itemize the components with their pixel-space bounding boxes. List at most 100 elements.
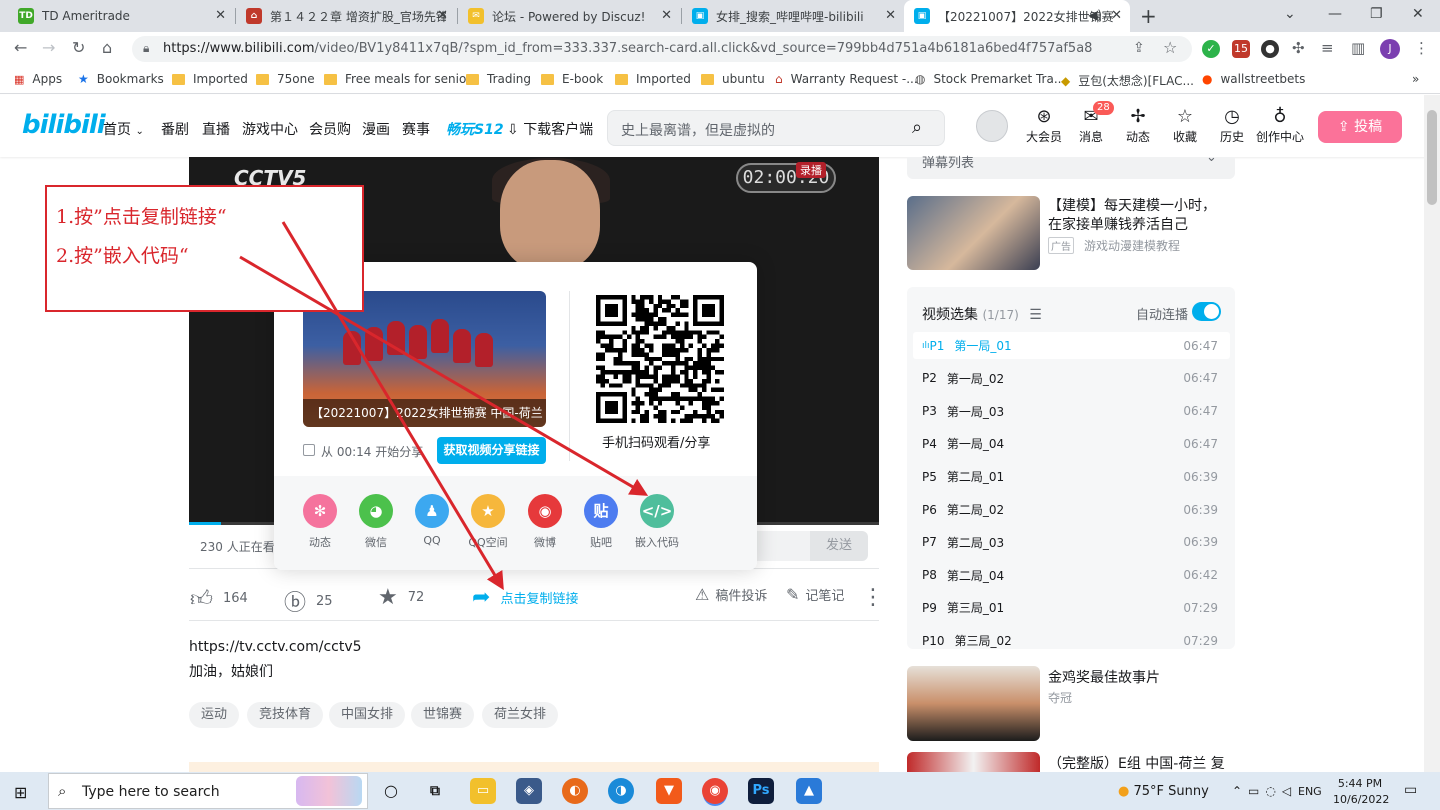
ad-thumbnail[interactable] <box>907 196 1040 270</box>
nav-live[interactable]: 直播 <box>202 119 230 139</box>
search-icon[interactable]: ⌕ <box>912 117 922 138</box>
cortana-icon[interactable]: ○ <box>378 778 404 804</box>
bookmark-apps[interactable]: ▦ Apps <box>14 72 62 86</box>
description-link[interactable]: https://tv.cctv.com/cctv5 <box>189 639 362 655</box>
minimize-button[interactable]: — <box>1328 6 1342 22</box>
tag-item[interactable]: 世锦赛 <box>411 702 475 728</box>
nav-anime[interactable]: 番剧 <box>161 119 189 139</box>
share-target-6[interactable]: </> 嵌入代码 <box>635 494 679 549</box>
speaker-icon[interactable]: ◀) <box>1088 8 1102 22</box>
tag-item[interactable]: 荷兰女排 <box>482 702 559 728</box>
nav-esports[interactable]: 赛事 <box>402 119 430 139</box>
windows-start-icon[interactable]: ⊞ <box>14 783 27 802</box>
profile-avatar[interactable]: J <box>1380 39 1400 59</box>
bookmark-warranty[interactable]: ⌂ Warranty Request -... <box>775 72 918 86</box>
new-tab-button[interactable]: + <box>1140 4 1157 28</box>
notification-icon[interactable]: ▭ <box>1404 782 1417 798</box>
recommend-thumbnail[interactable] <box>907 752 1040 774</box>
reload-icon[interactable]: ↻ <box>72 38 85 57</box>
close-icon[interactable]: ✕ <box>661 8 672 23</box>
bookmark-folder[interactable]: 75one <box>256 72 315 86</box>
playlist-item[interactable]: P9 第三局_01 07:29 <box>913 594 1230 621</box>
notes-button[interactable]: ✎ 记笔记 <box>786 585 844 604</box>
playlist-item[interactable]: ılı P1 第一局_01 06:47 <box>913 332 1230 359</box>
recommend-title[interactable]: （完整版）E组 中国-荷兰 复 <box>1048 753 1225 773</box>
tab-novel[interactable]: ⌂ 第１４２２章 增资扩股_官场先锋 ✕ <box>236 0 456 32</box>
header-vip[interactable]: ⊛ 大会员 <box>1024 106 1064 145</box>
share-target-2[interactable]: ♟ QQ <box>415 494 449 547</box>
bookmark-folder[interactable]: Trading <box>466 72 531 86</box>
system-tray-icons[interactable]: ⌃▭◌◁ <box>1232 784 1297 798</box>
share-target-1[interactable]: ◕ 微信 <box>359 494 393 549</box>
playlist-item[interactable]: P5 第二局_01 06:39 <box>913 463 1230 490</box>
chevron-down-icon[interactable]: ⌄ <box>1206 150 1217 165</box>
recommend-thumbnail[interactable] <box>907 666 1040 741</box>
bilibili-logo[interactable]: bilibili <box>22 110 106 140</box>
media-icon[interactable]: ≡ <box>1321 39 1334 57</box>
firefox-icon[interactable]: ◐ <box>562 778 588 804</box>
chrome-icon[interactable]: ◉ <box>702 778 728 804</box>
autoplay-toggle[interactable] <box>1192 302 1221 321</box>
bookmark-wallstreetbets[interactable]: ● wallstreetbets <box>1202 72 1305 86</box>
bookmarks-overflow-icon[interactable]: » <box>1412 72 1419 86</box>
copy-link-button[interactable]: ➦ 点击复制链接 <box>472 585 578 610</box>
puzzle-icon[interactable]: ✣ <box>1292 39 1305 57</box>
ad-title[interactable]: 【建模】每天建模一小时，在家接单赚钱养活自己 <box>1048 197 1228 235</box>
color-extension-icon[interactable]: ● <box>1261 40 1279 58</box>
more-icon[interactable]: ⋮ <box>862 585 884 610</box>
bookmark-folder[interactable]: Imported <box>615 72 691 86</box>
tab-search-icon[interactable]: ⌄ <box>1284 6 1296 22</box>
nav-s12[interactable]: 畅玩S12 <box>446 119 504 139</box>
bookmark-folder[interactable]: E-book <box>541 72 603 86</box>
send-danmaku-button[interactable]: 发送 <box>810 531 868 561</box>
nav-manga[interactable]: 漫画 <box>362 119 390 139</box>
weather-widget[interactable]: ● 75°F Sunny <box>1118 784 1209 799</box>
side-panel-icon[interactable]: ▥ <box>1351 39 1365 57</box>
lock-icon[interactable]: 🔒︎ <box>143 41 149 56</box>
forward-icon[interactable]: → <box>42 38 55 57</box>
tag-item[interactable]: 运动 <box>189 702 240 728</box>
tag-item[interactable]: 竞技体育 <box>247 702 324 728</box>
bookmark-folder[interactable]: Imported <box>172 72 248 86</box>
maximize-button[interactable]: ❐ <box>1370 6 1383 22</box>
url-text[interactable]: https://www.bilibili.com/video/BV1y8411x… <box>163 41 1092 56</box>
share-target-0[interactable]: ✻ 动态 <box>303 494 337 549</box>
edge-icon[interactable]: ◑ <box>608 778 634 804</box>
home-icon[interactable]: ⌂ <box>102 38 112 57</box>
coin-button[interactable]: ⓑ 25 <box>284 585 333 617</box>
back-icon[interactable]: ← <box>14 38 27 57</box>
tag-item[interactable]: 中国女排 <box>329 702 406 728</box>
playlist-item[interactable]: P10 第三局_02 07:29 <box>913 627 1230 654</box>
brave-icon[interactable]: ▼ <box>656 778 682 804</box>
language-indicator[interactable]: ENG <box>1298 785 1322 798</box>
bookmark-flac[interactable]: ◆ 豆包(太想念)[FLAC... <box>1061 72 1194 89</box>
share-target-3[interactable]: ★ QQ空间 <box>468 494 508 549</box>
scrollbar-thumb[interactable] <box>1427 110 1437 205</box>
bookmark-folder[interactable]: ubuntu <box>701 72 765 86</box>
close-window-button[interactable]: ✕ <box>1412 6 1424 22</box>
favorite-button[interactable]: ★ 72 <box>378 585 424 610</box>
recommend-title[interactable]: 金鸡奖最佳故事片 <box>1048 667 1160 687</box>
playlist-item[interactable]: P8 第二局_04 06:42 <box>913 562 1230 589</box>
photoshop-icon[interactable]: Ps <box>748 778 774 804</box>
defender-icon[interactable]: ◈ <box>516 778 542 804</box>
close-icon[interactable]: ✕ <box>1111 8 1122 23</box>
shield-extension-icon[interactable]: ✓ <box>1202 40 1220 58</box>
bookmark-premarket[interactable]: ◍ Stock Premarket Tra... <box>915 72 1065 86</box>
get-share-link-button[interactable]: 获取视频分享链接 <box>437 437 546 464</box>
extension-icon[interactable]: 15 <box>1232 40 1250 58</box>
share-page-icon[interactable]: ⇪ <box>1133 40 1145 56</box>
file-explorer-icon[interactable]: ▭ <box>470 778 496 804</box>
photos-icon[interactable]: ▲ <box>796 778 822 804</box>
bookmark-bookmarks[interactable]: ★ Bookmarks <box>78 72 164 86</box>
header-favorites[interactable]: ☆ 收藏 <box>1165 106 1205 145</box>
tab-discuz[interactable]: ✉ 论坛 - Powered by Discuz! ✕ <box>458 0 680 32</box>
playlist-item[interactable]: P6 第二局_02 06:39 <box>913 496 1230 523</box>
avatar[interactable] <box>976 110 1008 142</box>
clock[interactable]: 5:44 PM 10/6/2022 <box>1333 776 1389 808</box>
playlist-item[interactable]: P4 第一局_04 06:47 <box>913 430 1230 457</box>
tab-bilibili-search[interactable]: ▣ 女排_搜索_哔哩哔哩-bilibili ✕ <box>682 0 904 32</box>
task-view-icon[interactable]: ⧉ <box>422 778 448 804</box>
playlist-item[interactable]: P3 第一局_03 06:47 <box>913 398 1230 425</box>
list-icon[interactable]: ☰ <box>1029 307 1042 323</box>
